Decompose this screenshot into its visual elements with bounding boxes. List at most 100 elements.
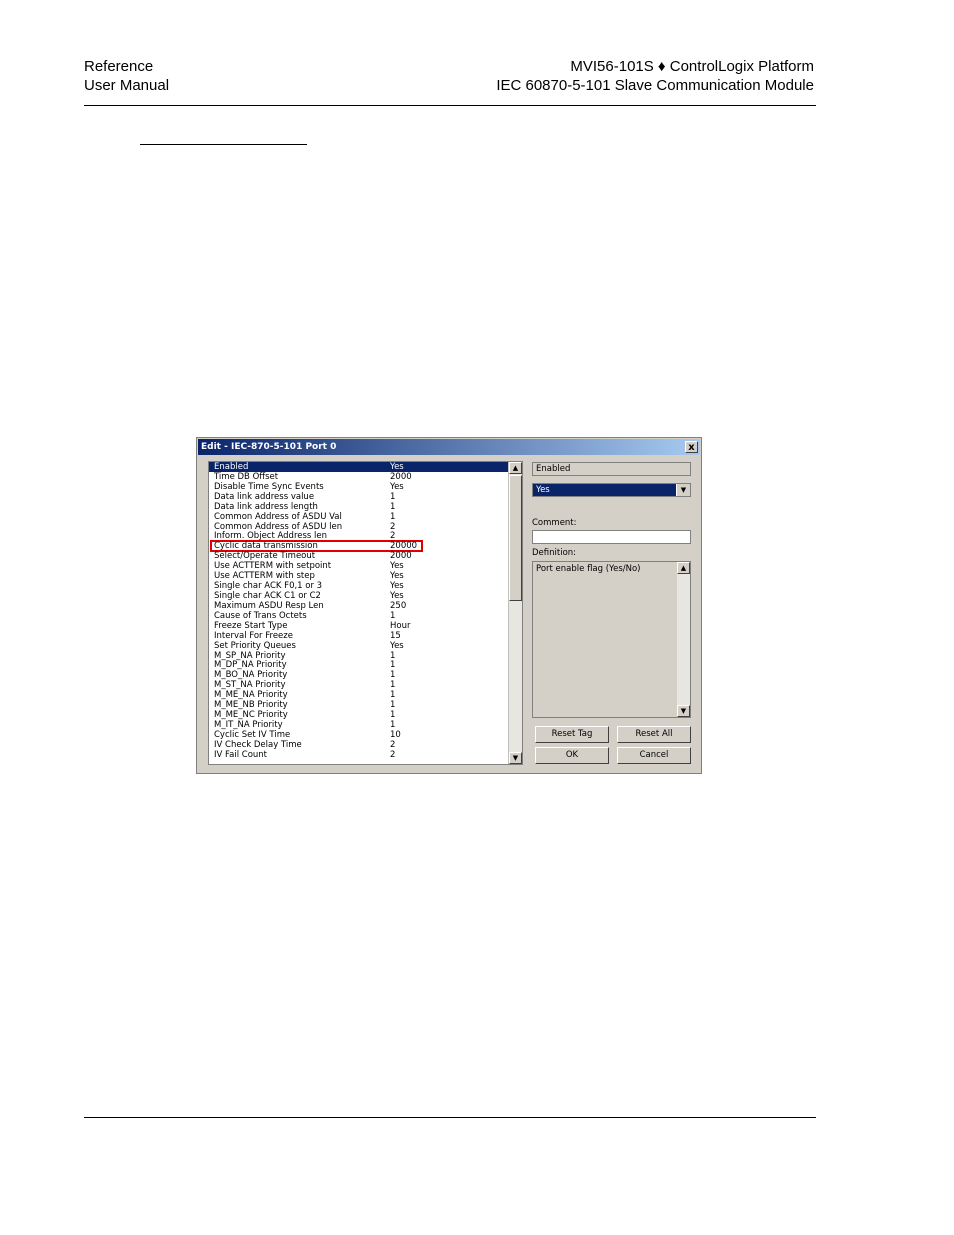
param-value: Yes	[390, 590, 404, 601]
definition-text: Port enable flag (Yes/No)	[536, 564, 641, 574]
list-item[interactable]: M_ME_NB Priority 1	[209, 700, 522, 710]
product-line: MVI56-101S ♦ ControlLogix Platform	[570, 58, 814, 75]
param-name: Common Address of ASDU Val	[214, 511, 342, 522]
param-name: Data link address value	[214, 491, 315, 502]
param-name: M_ME_NA Priority	[214, 690, 288, 701]
param-name: M_DP_NA Priority	[214, 660, 287, 671]
scroll-thumb[interactable]	[509, 475, 522, 601]
param-value: 2	[390, 521, 396, 532]
param-name: Use ACTTERM with setpoint	[214, 561, 332, 572]
param-value: 15	[390, 630, 401, 641]
param-value: 2	[390, 749, 396, 760]
param-name: Freeze Start Type	[214, 620, 288, 631]
param-value: 2	[390, 739, 396, 750]
header-left: Reference User Manual	[84, 57, 169, 95]
doc-section: Reference	[84, 58, 154, 75]
header-rule	[84, 105, 816, 106]
param-name: Maximum ASDU Resp Len	[214, 600, 324, 611]
selected-param-field: Enabled	[532, 462, 691, 476]
scroll-up-icon[interactable]: ▲	[677, 562, 690, 574]
param-name: M_ST_NA Priority	[214, 680, 286, 691]
product-name: IEC 60870-5-101 Slave Communication Modu…	[496, 77, 814, 94]
list-item[interactable]: Set Priority Queues Yes	[209, 641, 522, 651]
param-value: 1	[390, 700, 396, 711]
list-item[interactable]: Data link address length 1	[209, 502, 522, 512]
list-item[interactable]: Common Address of ASDU len 2	[209, 522, 522, 532]
comment-label: Comment:	[532, 518, 577, 528]
param-name: Time DB Offset	[214, 471, 279, 482]
definition-scrollbar[interactable]: ▲ ▼	[677, 562, 690, 717]
param-value: 1	[390, 650, 396, 661]
list-item[interactable]: Interval For Freeze 15	[209, 631, 522, 641]
param-name: Disable Time Sync Events	[214, 481, 324, 492]
list-item[interactable]: Select/Operate Timeout 2000	[209, 551, 522, 561]
param-name: Interval For Freeze	[214, 630, 293, 641]
param-name: M_ME_NC Priority	[214, 710, 288, 721]
param-name: Enabled	[214, 462, 249, 472]
list-item[interactable]: M_ME_NA Priority 1	[209, 690, 522, 700]
param-value: Yes	[390, 481, 404, 492]
param-name: IV Check Delay Time	[214, 739, 302, 750]
list-item[interactable]: Cyclic data transmission 20000	[210, 540, 423, 553]
list-item[interactable]: IV Check Delay Time 2	[209, 740, 522, 750]
param-name: Data link address length	[214, 501, 318, 512]
definition-label: Definition:	[532, 548, 577, 558]
list-item[interactable]: Cyclic Set IV Time 10	[209, 730, 522, 740]
param-value: 10	[390, 729, 401, 740]
chevron-down-icon[interactable]: ▼	[676, 484, 690, 496]
list-item[interactable]: Enabled Yes	[209, 462, 522, 472]
param-name: Cause of Trans Octets	[214, 610, 307, 621]
list-item[interactable]: M_ST_NA Priority 1	[209, 680, 522, 690]
list-item[interactable]: M_ME_NC Priority 1	[209, 710, 522, 720]
list-item[interactable]: M_DP_NA Priority 1	[209, 660, 522, 670]
cancel-button[interactable]: Cancel	[617, 747, 691, 764]
comment-input[interactable]	[532, 530, 691, 544]
list-item[interactable]: M_SP_NA Priority 1	[209, 651, 522, 661]
param-value: Yes	[390, 561, 404, 572]
param-value: 1	[390, 719, 396, 730]
param-name: Common Address of ASDU len	[214, 521, 343, 532]
param-value: 1	[390, 710, 396, 721]
list-item[interactable]: Freeze Start Type Hour	[209, 621, 522, 631]
reset-tag-button[interactable]: Reset Tag	[535, 726, 609, 743]
value-select[interactable]: Yes ▼	[532, 483, 691, 497]
parameter-list[interactable]: Enabled Yes Time DB Offset 2000 Disable Time…	[208, 461, 523, 765]
footer-rule	[84, 1117, 816, 1118]
param-name: M_SP_NA Priority	[214, 650, 286, 661]
list-item[interactable]: M_BO_NA Priority 1	[209, 670, 522, 680]
list-item[interactable]: Inform. Object Address len 2	[209, 531, 522, 541]
definition-box: Port enable flag (Yes/No) ▲ ▼	[532, 561, 691, 718]
param-name: Cyclic data transmission	[214, 541, 318, 552]
list-item[interactable]: IV Fail Count 2	[209, 750, 522, 760]
ok-button[interactable]: OK	[535, 747, 609, 764]
list-item[interactable]: Time DB Offset 2000	[209, 472, 522, 482]
param-value: 1	[390, 660, 396, 671]
param-name: M_IT_NA Priority	[214, 719, 283, 730]
scroll-up-icon[interactable]: ▲	[509, 462, 522, 474]
param-value: Yes	[390, 571, 404, 582]
param-value: 20000	[390, 541, 418, 552]
param-value: Yes	[390, 581, 404, 592]
scroll-down-icon[interactable]: ▼	[677, 705, 690, 717]
reset-all-button[interactable]: Reset All	[617, 726, 691, 743]
close-icon[interactable]: x	[685, 441, 698, 453]
list-scrollbar[interactable]: ▲ ▼	[508, 462, 522, 764]
list-item[interactable]: Use ACTTERM with setpoint Yes	[209, 561, 522, 571]
list-item[interactable]: Maximum ASDU Resp Len 250	[209, 601, 522, 611]
dialog-title: Edit - IEC-870-5-101 Port 0	[201, 442, 337, 452]
param-value: 1	[390, 610, 396, 621]
list-item[interactable]: M_IT_NA Priority 1	[209, 720, 522, 730]
param-name: Set Priority Queues	[214, 640, 296, 651]
list-item[interactable]: Single char ACK F0,1 or 3 Yes	[209, 581, 522, 591]
doc-type: User Manual	[84, 77, 170, 94]
list-item[interactable]: Disable Time Sync Events Yes	[209, 482, 522, 492]
list-item[interactable]: Use ACTTERM with step Yes	[209, 571, 522, 581]
header-right: MVI56-101S ♦ ControlLogix Platform IEC 6…	[496, 57, 814, 95]
list-item[interactable]: Single char ACK C1 or C2 Yes	[209, 591, 522, 601]
list-item[interactable]: Data link address value 1	[209, 492, 522, 502]
list-item[interactable]: Cause of Trans Octets 1	[209, 611, 522, 621]
scroll-down-icon[interactable]: ▼	[509, 752, 522, 764]
param-value: 2000	[390, 471, 412, 482]
list-item[interactable]: Common Address of ASDU Val 1	[209, 512, 522, 522]
param-value: 250	[390, 600, 407, 611]
